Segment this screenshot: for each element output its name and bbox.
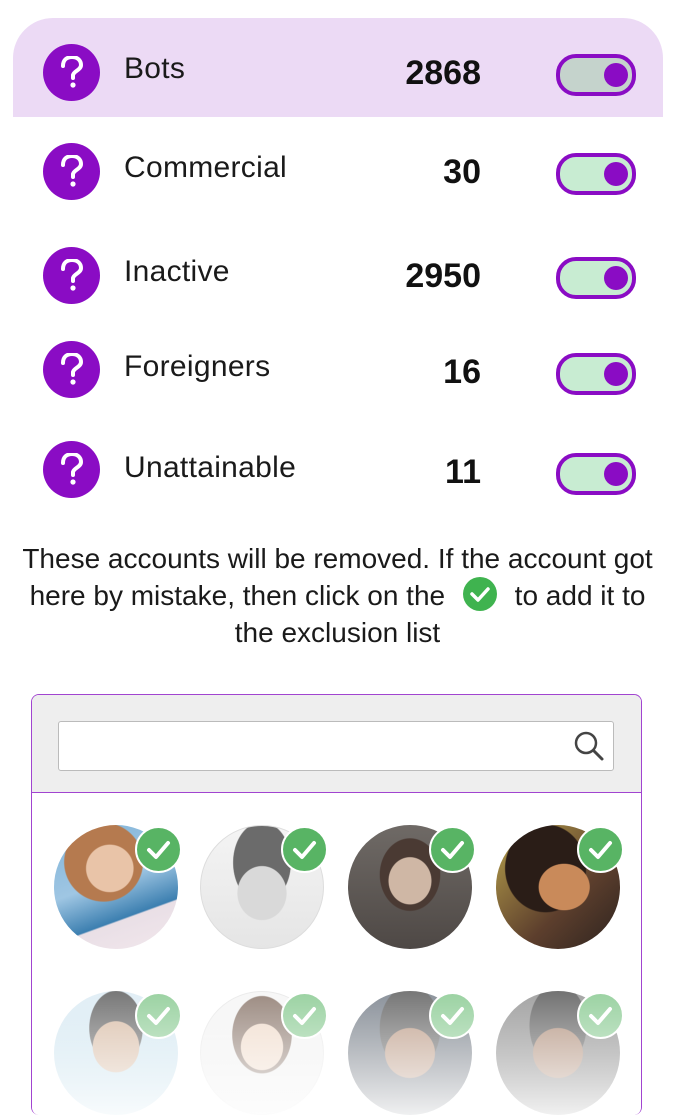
- filter-toggle[interactable]: [556, 353, 636, 395]
- filter-count: 11: [445, 453, 481, 491]
- check-icon: [462, 577, 497, 611]
- check-icon[interactable]: [429, 826, 476, 873]
- filter-count: 16: [443, 353, 481, 391]
- check-icon[interactable]: [135, 992, 182, 1039]
- filter-row-unattainable[interactable]: Unattainable 11: [13, 421, 663, 525]
- question-icon[interactable]: [43, 441, 100, 498]
- check-icon[interactable]: [281, 826, 328, 873]
- filter-list: Bots 2868 Commercial 30 Inactive 2950 Fo…: [13, 18, 663, 525]
- accounts-panel-header: [32, 695, 641, 793]
- filter-label: Bots: [124, 52, 186, 85]
- check-icon[interactable]: [577, 826, 624, 873]
- toggle-knob: [604, 266, 628, 290]
- search-input[interactable]: [59, 722, 573, 770]
- filter-row-inactive[interactable]: Inactive 2950: [13, 225, 663, 321]
- filter-toggle[interactable]: [556, 257, 636, 299]
- question-icon[interactable]: [43, 143, 100, 200]
- filter-row-foreigners[interactable]: Foreigners 16: [13, 321, 663, 421]
- check-icon[interactable]: [429, 992, 476, 1039]
- toggle-knob: [604, 362, 628, 386]
- toggle-knob: [604, 63, 628, 87]
- filter-toggle[interactable]: [556, 153, 636, 195]
- filter-toggle[interactable]: [556, 54, 636, 96]
- filter-label: Unattainable: [124, 451, 297, 484]
- filter-label: Foreigners: [124, 350, 271, 383]
- toggle-knob: [604, 162, 628, 186]
- filter-count: 2868: [405, 54, 481, 92]
- check-icon[interactable]: [577, 992, 624, 1039]
- filter-toggle[interactable]: [556, 453, 636, 495]
- account-card[interactable]: [200, 991, 328, 1115]
- account-card[interactable]: [496, 825, 624, 949]
- account-card[interactable]: [54, 991, 182, 1115]
- check-icon[interactable]: [281, 992, 328, 1039]
- account-card[interactable]: [200, 825, 328, 949]
- check-icon[interactable]: [135, 826, 182, 873]
- filter-row-bots[interactable]: Bots 2868: [13, 18, 663, 117]
- account-card[interactable]: [348, 825, 476, 949]
- account-card[interactable]: [348, 991, 476, 1115]
- filter-label: Inactive: [124, 255, 230, 288]
- removal-notice: These accounts will be removed. If the a…: [20, 540, 655, 651]
- accounts-panel: [31, 694, 642, 1115]
- toggle-knob: [604, 462, 628, 486]
- filter-count: 30: [443, 153, 481, 191]
- account-card[interactable]: [496, 991, 624, 1115]
- filter-label: Commercial: [124, 151, 288, 184]
- question-icon[interactable]: [43, 341, 100, 398]
- question-icon[interactable]: [43, 44, 100, 101]
- question-icon[interactable]: [43, 247, 100, 304]
- filter-count: 2950: [405, 257, 481, 295]
- search-icon[interactable]: [573, 730, 605, 762]
- account-card[interactable]: [54, 825, 182, 949]
- filter-row-commercial[interactable]: Commercial 30: [13, 117, 663, 225]
- search-field[interactable]: [58, 721, 614, 771]
